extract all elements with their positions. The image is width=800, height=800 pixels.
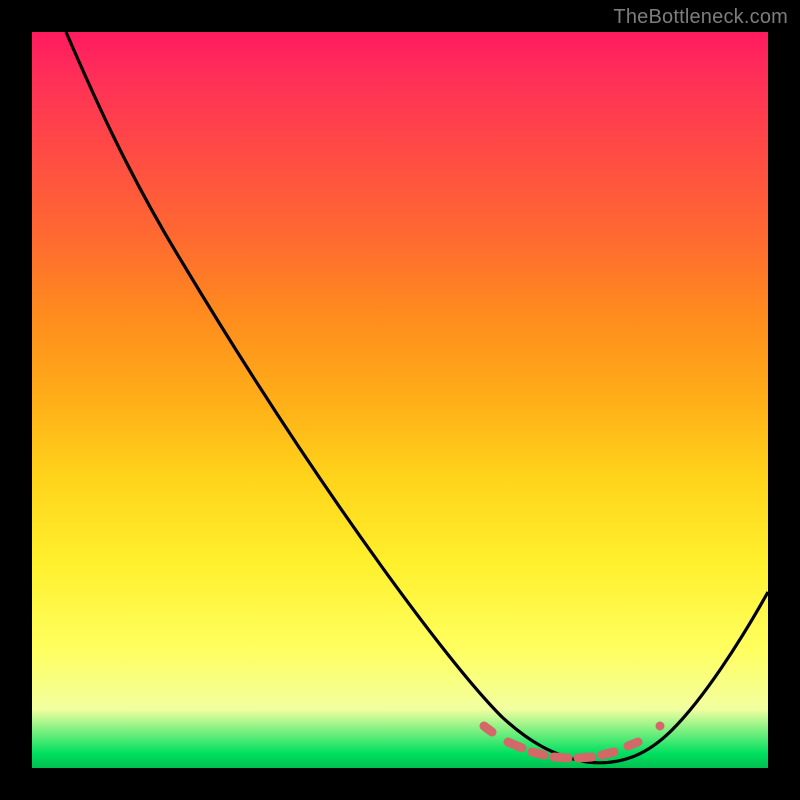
chart-svg: [32, 32, 768, 768]
plot-area: [32, 32, 768, 768]
chart-frame: TheBottleneck.com: [0, 0, 800, 800]
bottleneck-curve: [66, 32, 768, 763]
watermark-text: TheBottleneck.com: [613, 6, 788, 29]
